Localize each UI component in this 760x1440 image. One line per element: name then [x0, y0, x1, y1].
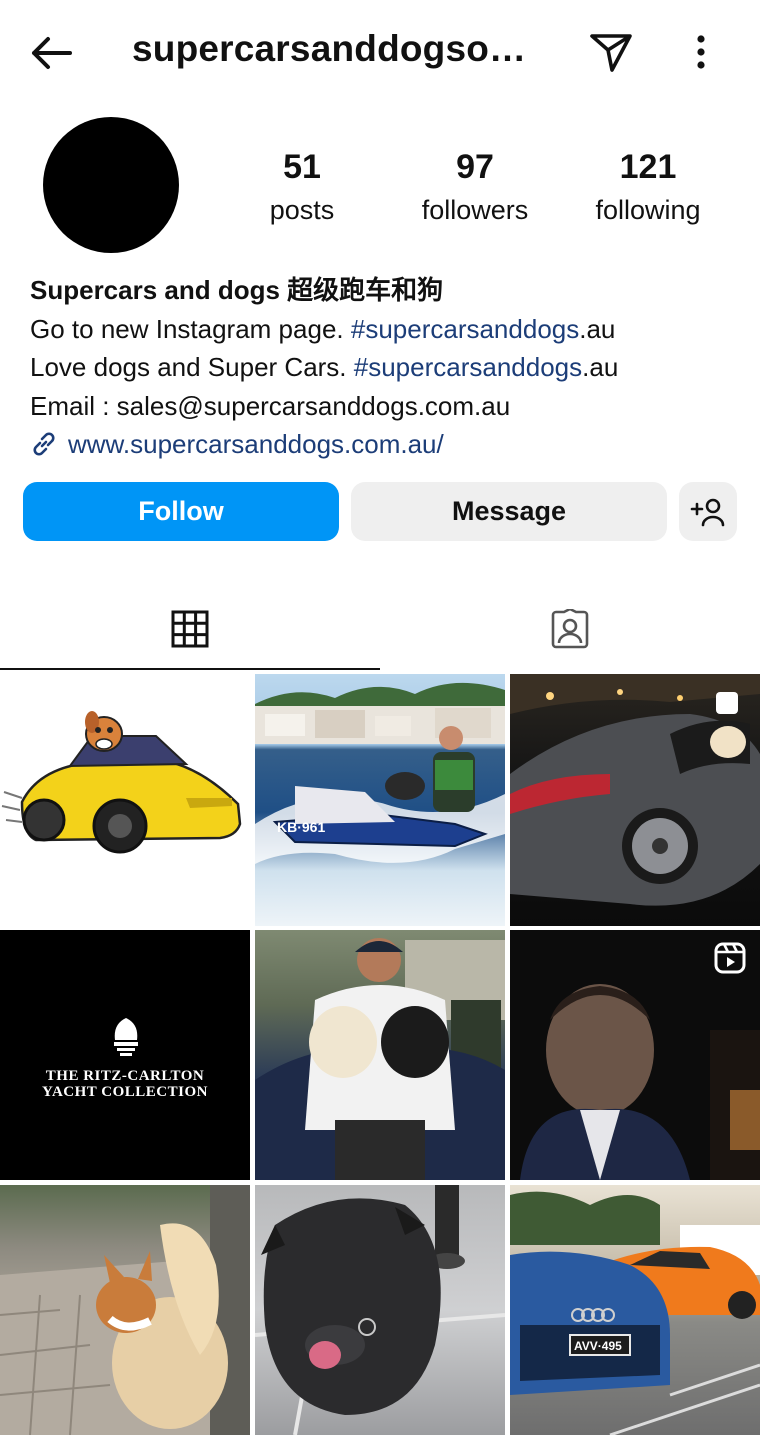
follow-button-label: Follow [138, 496, 224, 526]
bio-text-suffix: .au [582, 352, 619, 382]
post-image-cartoon-car [1, 711, 242, 854]
caption-line-1: THE RITZ-CARLTON [45, 1068, 205, 1084]
top-bar: supercarsanddogso… [0, 0, 760, 105]
post-tile[interactable] [510, 674, 760, 926]
more-options-button[interactable] [684, 30, 718, 74]
bio-line-2: Love dogs and Super Cars. #supercarsandd… [30, 348, 750, 387]
stat-followers[interactable]: 97 followers [395, 146, 555, 232]
license-plate: AVV·495 [574, 1339, 622, 1353]
stat-posts[interactable]: 51 posts [222, 146, 382, 232]
follow-button[interactable]: Follow [23, 482, 339, 541]
post-image-corgi [0, 1185, 250, 1435]
stat-following[interactable]: 121 following [568, 146, 728, 232]
tagged-person-icon [551, 609, 589, 649]
post-tile[interactable]: THE RITZ-CARLTON YACHT COLLECTION [0, 930, 250, 1180]
bio-text-suffix: .au [579, 313, 616, 344]
lion-crest-icon [114, 1018, 138, 1056]
post-tile[interactable] [255, 1185, 505, 1435]
bio-email: Email : sales@supercarsanddogs.com.au [30, 390, 511, 421]
ritz-carlton-caption: THE RITZ-CARLTON YACHT COLLECTION [0, 1068, 250, 1100]
post-tile[interactable] [255, 930, 505, 1180]
profile-bio: Supercars and dogs 超级跑车和狗 Go to new Inst… [30, 271, 750, 464]
posts-label: posts [269, 195, 335, 225]
bio-text: Go to new Instagram page. [30, 313, 351, 344]
display-name: Supercars and dogs 超级跑车和狗 [30, 275, 444, 305]
post-tile[interactable]: AVV·495 [510, 1185, 760, 1435]
post-tile[interactable] [0, 1185, 250, 1435]
link-icon [33, 432, 55, 456]
more-vertical-icon [697, 35, 705, 69]
following-label: following [595, 195, 701, 225]
post-image-jet-ski: KB·961 [255, 682, 505, 864]
caption-line-2: YACHT COLLECTION [42, 1084, 208, 1100]
website-link[interactable]: www.supercarsanddogs.com.au/ [30, 425, 750, 464]
bio-text: Love dogs and Super Cars. [30, 352, 354, 382]
tab-tagged[interactable] [380, 590, 760, 668]
post-tile[interactable] [510, 930, 760, 1180]
active-tab-indicator [0, 668, 380, 670]
profile-avatar[interactable] [43, 117, 179, 253]
back-button[interactable] [26, 30, 76, 76]
website-url: www.supercarsanddogs.com.au/ [68, 429, 444, 459]
followers-label: followers [421, 195, 529, 225]
message-button-label: Message [451, 496, 567, 526]
followers-count: 97 [456, 148, 494, 186]
bio-line-1: Go to new Instagram page. #supercarsandd… [30, 310, 750, 349]
paper-plane-icon [590, 34, 632, 72]
post-tile[interactable] [0, 674, 250, 926]
hashtag-link[interactable]: #supercarsanddogs [351, 314, 579, 344]
hashtag-link[interactable]: #supercarsanddogs [354, 352, 582, 382]
add-person-icon [690, 498, 725, 526]
multiple-photos-icon [716, 692, 738, 714]
post-tile[interactable]: KB·961 [255, 674, 505, 926]
arrow-left-icon [32, 37, 72, 69]
posts-count: 51 [283, 148, 321, 186]
following-count: 121 [619, 148, 677, 186]
post-image-black-dog [255, 1185, 505, 1435]
profile-username: supercarsanddogso… [132, 28, 527, 69]
suggested-accounts-button[interactable] [679, 482, 737, 541]
tab-posts-grid[interactable] [0, 590, 380, 668]
grid-icon [171, 610, 209, 648]
reels-icon [714, 942, 746, 974]
post-image-audi-lamborghini: AVV·495 [510, 1191, 760, 1435]
post-image-man-with-dogs [255, 938, 505, 1180]
svg-text:KB·961: KB·961 [277, 819, 325, 835]
message-button[interactable]: Message [351, 482, 667, 541]
direct-message-button[interactable] [588, 30, 634, 74]
